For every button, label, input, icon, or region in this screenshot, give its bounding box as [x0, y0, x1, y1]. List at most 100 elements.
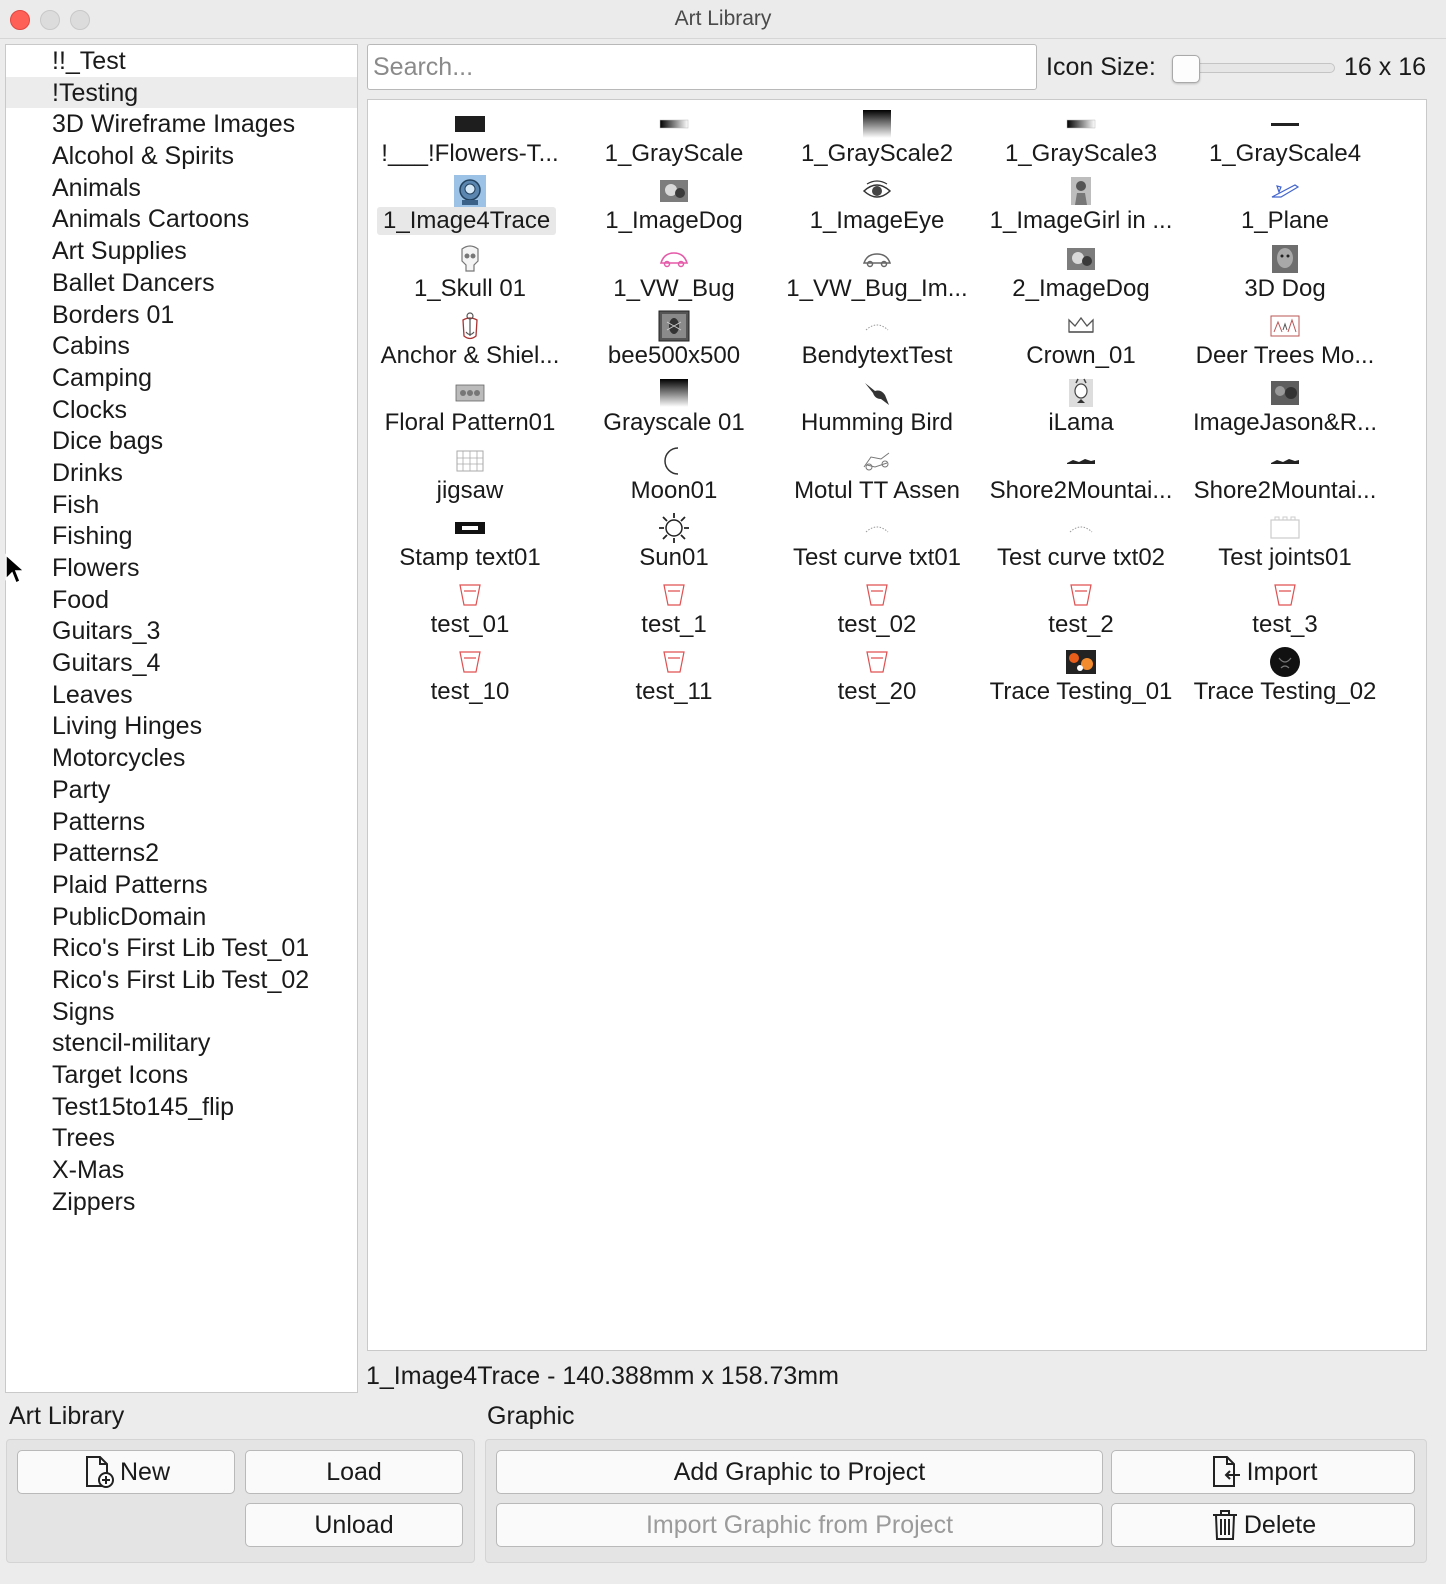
sidebar-item[interactable]: Food [6, 584, 357, 616]
graphic-item[interactable]: Grayscale 01 [572, 369, 776, 436]
graphic-item[interactable]: 2_ImageDog [979, 235, 1183, 302]
sidebar-item[interactable]: Zippers [6, 1186, 357, 1218]
sidebar-item[interactable]: Plaid Patterns [6, 869, 357, 901]
sidebar-item[interactable]: Borders 01 [6, 299, 357, 331]
import-button[interactable]: Import [1111, 1450, 1415, 1494]
jigsaw-icon [454, 445, 486, 477]
graphic-item[interactable]: 1_GrayScale3 [979, 100, 1183, 167]
sidebar-item[interactable]: Flowers [6, 552, 357, 584]
graphic-item[interactable]: iLama [979, 369, 1183, 436]
graphic-item[interactable]: 1_Skull 01 [368, 235, 572, 302]
sidebar-item[interactable]: Animals [6, 172, 357, 204]
sidebar-item[interactable]: Patterns2 [6, 837, 357, 869]
sidebar-item[interactable]: Patterns [6, 806, 357, 838]
graphic-item[interactable]: Crown_01 [979, 302, 1183, 369]
sidebar-item[interactable]: Test15to145_flip [6, 1091, 357, 1123]
sidebar-item[interactable]: Camping [6, 362, 357, 394]
graphic-item[interactable]: test_02 [775, 571, 979, 638]
graphic-item[interactable]: test_11 [572, 638, 776, 705]
sidebar-item[interactable]: Party [6, 774, 357, 806]
sidebar-item[interactable]: Rico's First Lib Test_02 [6, 964, 357, 996]
graphic-item[interactable]: Trace Testing_02 [1183, 638, 1387, 705]
sidebar-item[interactable]: Fish [6, 489, 357, 521]
silhouette-bar-icon [1269, 445, 1301, 477]
sidebar-item[interactable]: Cabins [6, 330, 357, 362]
graphic-item[interactable]: Deer Trees Mo... [1183, 302, 1387, 369]
graphic-item[interactable]: ImageJason&R... [1183, 369, 1387, 436]
graphic-item[interactable]: test_2 [979, 571, 1183, 638]
sidebar-item[interactable]: Drinks [6, 457, 357, 489]
graphic-item[interactable]: 1_ImageEye [775, 167, 979, 234]
new-button[interactable]: New [17, 1450, 235, 1494]
curved-text-icon [1065, 512, 1097, 544]
graphic-item[interactable]: test_01 [368, 571, 572, 638]
graphic-item[interactable]: Stamp text01 [368, 504, 572, 571]
sidebar-item[interactable]: !Testing [6, 76, 357, 109]
add-graphic-button[interactable]: Add Graphic to Project [496, 1450, 1103, 1494]
sidebar-item[interactable]: Art Supplies [6, 235, 357, 267]
graphic-item[interactable]: 1_VW_Bug_Im... [775, 235, 979, 302]
sidebar-item[interactable]: 3D Wireframe Images [6, 108, 357, 140]
graphic-item-label: 1_ImageEye [809, 207, 945, 235]
graphic-item[interactable]: test_10 [368, 638, 572, 705]
library-list[interactable]: !!_Test !Testing 3D Wireframe Images Alcoho… [5, 44, 358, 1393]
graphic-item[interactable]: Anchor & Shiel... [368, 302, 572, 369]
graphic-item[interactable]: Shore2Mountai... [979, 437, 1183, 504]
sidebar-item[interactable]: Leaves [6, 679, 357, 711]
graphic-item[interactable]: jigsaw [368, 437, 572, 504]
graphic-item[interactable]: Trace Testing_01 [979, 638, 1183, 705]
graphics-grid[interactable]: !___!Flowers-T... 1_GrayScale 1_GrayScale2… [367, 99, 1427, 1351]
sidebar-item[interactable]: PublicDomain [6, 901, 357, 933]
sidebar-item[interactable]: Ballet Dancers [6, 267, 357, 299]
graphic-item[interactable]: test_1 [572, 571, 776, 638]
graphic-item[interactable]: BendytextTest [775, 302, 979, 369]
sidebar-item[interactable]: Animals Cartoons [6, 203, 357, 235]
graphic-item[interactable]: 1_GrayScale [572, 100, 776, 167]
sidebar-item[interactable]: stencil-military [6, 1027, 357, 1059]
graphic-item[interactable]: 1_Image4Trace [368, 167, 572, 236]
sidebar-item[interactable]: Dice bags [6, 425, 357, 457]
graphic-item[interactable]: test_20 [775, 638, 979, 705]
graphic-item[interactable]: Test curve txt02 [979, 504, 1183, 571]
sidebar-item[interactable]: Rico's First Lib Test_01 [6, 932, 357, 964]
graphic-item[interactable]: 3D Dog [1183, 235, 1387, 302]
sidebar-item[interactable]: Signs [6, 996, 357, 1028]
graphic-item[interactable]: Humming Bird [775, 369, 979, 436]
graphic-item[interactable]: Sun01 [572, 504, 776, 571]
sidebar-item[interactable]: !!_Test [6, 45, 357, 77]
sidebar-item[interactable]: Fishing [6, 520, 357, 552]
graphic-item[interactable]: test_3 [1183, 571, 1387, 638]
graphic-item[interactable]: Floral Pattern01 [368, 369, 572, 436]
sidebar-item[interactable]: Trees [6, 1122, 357, 1154]
icon-size-slider[interactable] [1170, 55, 1335, 83]
graphic-item[interactable]: Test joints01 [1183, 504, 1387, 571]
graphic-item[interactable]: Shore2Mountai... [1183, 437, 1387, 504]
sidebar-item[interactable]: Alcohol & Spirits [6, 140, 357, 172]
graphic-item[interactable]: !___!Flowers-T... [368, 100, 572, 167]
import-from-project-button[interactable]: Import Graphic from Project [496, 1503, 1103, 1547]
sidebar-item[interactable]: Target Icons [6, 1059, 357, 1091]
load-button[interactable]: Load [245, 1450, 463, 1494]
graphic-item[interactable]: 1_ImageGirl in ... [979, 167, 1183, 234]
graphic-item[interactable]: Motul TT Assen [775, 437, 979, 504]
graphic-item[interactable]: 1_Plane [1183, 167, 1387, 234]
search-input[interactable] [367, 44, 1037, 90]
graphic-item[interactable]: Moon01 [572, 437, 776, 504]
graphic-item-label: Anchor & Shiel... [380, 341, 560, 369]
sidebar-item[interactable]: Guitars_3 [6, 615, 357, 647]
graphic-item[interactable]: Test curve txt01 [775, 504, 979, 571]
graphic-item[interactable]: 1_GrayScale2 [775, 100, 979, 167]
sidebar-item[interactable]: Motorcycles [6, 742, 357, 774]
graphic-item[interactable]: 1_GrayScale4 [1183, 100, 1387, 167]
unload-button[interactable]: Unload [245, 1503, 463, 1547]
sidebar-item[interactable]: Living Hinges [6, 710, 357, 742]
graphic-item[interactable]: 1_VW_Bug [572, 235, 776, 302]
graphic-item[interactable]: 1_ImageDog [572, 167, 776, 234]
sidebar-item[interactable]: Clocks [6, 394, 357, 426]
slider-knob[interactable] [1172, 55, 1200, 83]
sidebar-item[interactable]: Guitars_4 [6, 647, 357, 679]
sidebar-item[interactable]: X-Mas [6, 1154, 357, 1186]
delete-button[interactable]: Delete [1111, 1503, 1415, 1547]
graphic-item[interactable]: bee500x500 [572, 302, 776, 369]
hummingbird-icon [861, 377, 893, 409]
